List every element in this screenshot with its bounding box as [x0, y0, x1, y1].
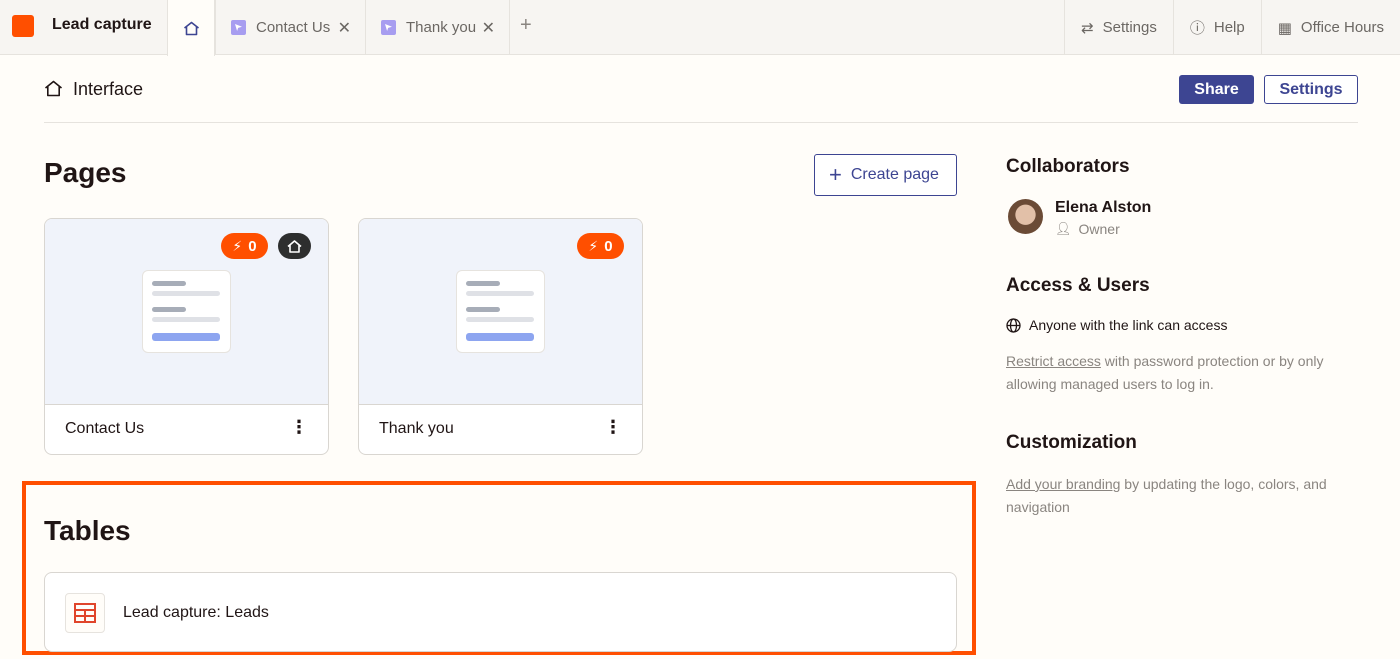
collaborators-heading: Collaborators	[1006, 156, 1130, 177]
close-icon[interactable]: ✕	[482, 18, 495, 38]
globe-icon	[1006, 317, 1021, 333]
home-icon	[183, 21, 199, 35]
customization-heading: Customization	[1006, 432, 1137, 453]
restrict-access-text: Restrict access with password protection…	[1006, 350, 1366, 396]
top-tab-bar: Lead capture Contact Us ✕ Thank you ✕ + …	[0, 0, 1400, 56]
page-preview[interactable]: ⚡ 0	[45, 219, 328, 405]
sliders-icon: ⇄	[1081, 19, 1094, 37]
help-nav-label: Help	[1213, 19, 1245, 36]
calendar-icon: ▦	[1277, 19, 1292, 37]
pages-heading: Pages	[44, 157, 127, 188]
page-thumbnail	[142, 270, 231, 353]
tab-label: Contact Us	[256, 19, 331, 36]
page-name[interactable]: Thank you	[379, 420, 454, 438]
access-users-heading: Access & Users	[1006, 275, 1150, 296]
collaborator-role: 👤︎ Owner	[1055, 221, 1120, 237]
settings-button[interactable]: Settings	[1264, 75, 1358, 104]
user-icon: 👤︎	[1055, 221, 1072, 236]
branding-text: Add your branding by updating the logo, …	[1006, 473, 1366, 519]
page-thumbnail	[456, 270, 545, 353]
share-button[interactable]: Share	[1179, 75, 1254, 104]
access-status: Anyone with the link can access	[1006, 317, 1227, 333]
tab-thank-you[interactable]: Thank you ✕	[365, 0, 510, 55]
help-nav-button[interactable]: ⓘ Help	[1172, 0, 1261, 55]
home-icon	[44, 80, 63, 97]
settings-nav-label: Settings	[1102, 19, 1157, 36]
restrict-access-link[interactable]: Restrict access	[1006, 353, 1101, 369]
office-hours-nav-button[interactable]: ▦ Office Hours	[1260, 0, 1400, 55]
zap-count-badge[interactable]: ⚡ 0	[221, 233, 268, 259]
add-branding-link[interactable]: Add your branding	[1006, 476, 1120, 492]
page-name[interactable]: Contact Us	[65, 420, 144, 438]
top-right-nav: ⇄ Settings ⓘ Help ▦ Office Hours	[1064, 0, 1400, 55]
tab-home[interactable]	[167, 0, 215, 56]
app-title[interactable]: Lead capture	[52, 16, 152, 34]
create-page-label: Create page	[850, 166, 939, 183]
lightning-icon: ⚡	[588, 237, 599, 254]
app-logo[interactable]	[12, 15, 34, 37]
page-card-contact-us[interactable]: ⚡ 0 Contact Us ⋮	[44, 218, 329, 455]
access-text: Anyone with the link can access	[1029, 317, 1228, 333]
tables-heading: Tables	[44, 515, 131, 546]
settings-nav-button[interactable]: ⇄ Settings	[1064, 0, 1173, 55]
more-options-icon[interactable]: ⋮	[290, 418, 308, 436]
table-item-lead-capture-leads[interactable]: Lead capture: Leads	[44, 572, 957, 652]
close-icon[interactable]: ✕	[338, 18, 351, 38]
page-card-thank-you[interactable]: ⚡ 0 Thank you ⋮	[358, 218, 643, 455]
create-page-button[interactable]: + Create page	[814, 154, 957, 196]
avatar	[1008, 199, 1043, 234]
add-tab-icon[interactable]: +	[520, 14, 532, 37]
plus-icon: +	[829, 162, 842, 187]
zap-count-badge[interactable]: ⚡ 0	[577, 233, 624, 259]
office-hours-nav-label: Office Hours	[1300, 19, 1384, 36]
page-title: Interface	[73, 79, 144, 99]
tab-contact-us[interactable]: Contact Us ✕	[215, 0, 365, 55]
help-icon: ⓘ	[1189, 20, 1205, 37]
zap-count: 0	[604, 237, 613, 255]
page-preview[interactable]: ⚡ 0	[359, 219, 642, 405]
tab-label: Thank you	[406, 19, 477, 36]
more-options-icon[interactable]: ⋮	[604, 418, 622, 436]
page-icon	[381, 20, 396, 35]
interface-header: Interface Share Settings	[44, 75, 1358, 123]
table-icon	[65, 593, 105, 633]
page-icon	[231, 20, 246, 35]
lightning-icon: ⚡	[232, 237, 243, 254]
zap-count: 0	[248, 237, 257, 255]
home-page-badge	[278, 233, 311, 259]
table-name: Lead capture: Leads	[123, 604, 269, 621]
home-icon	[287, 239, 302, 253]
collaborator-role-label: Owner	[1078, 221, 1120, 237]
collaborator-name: Elena Alston	[1055, 199, 1152, 216]
